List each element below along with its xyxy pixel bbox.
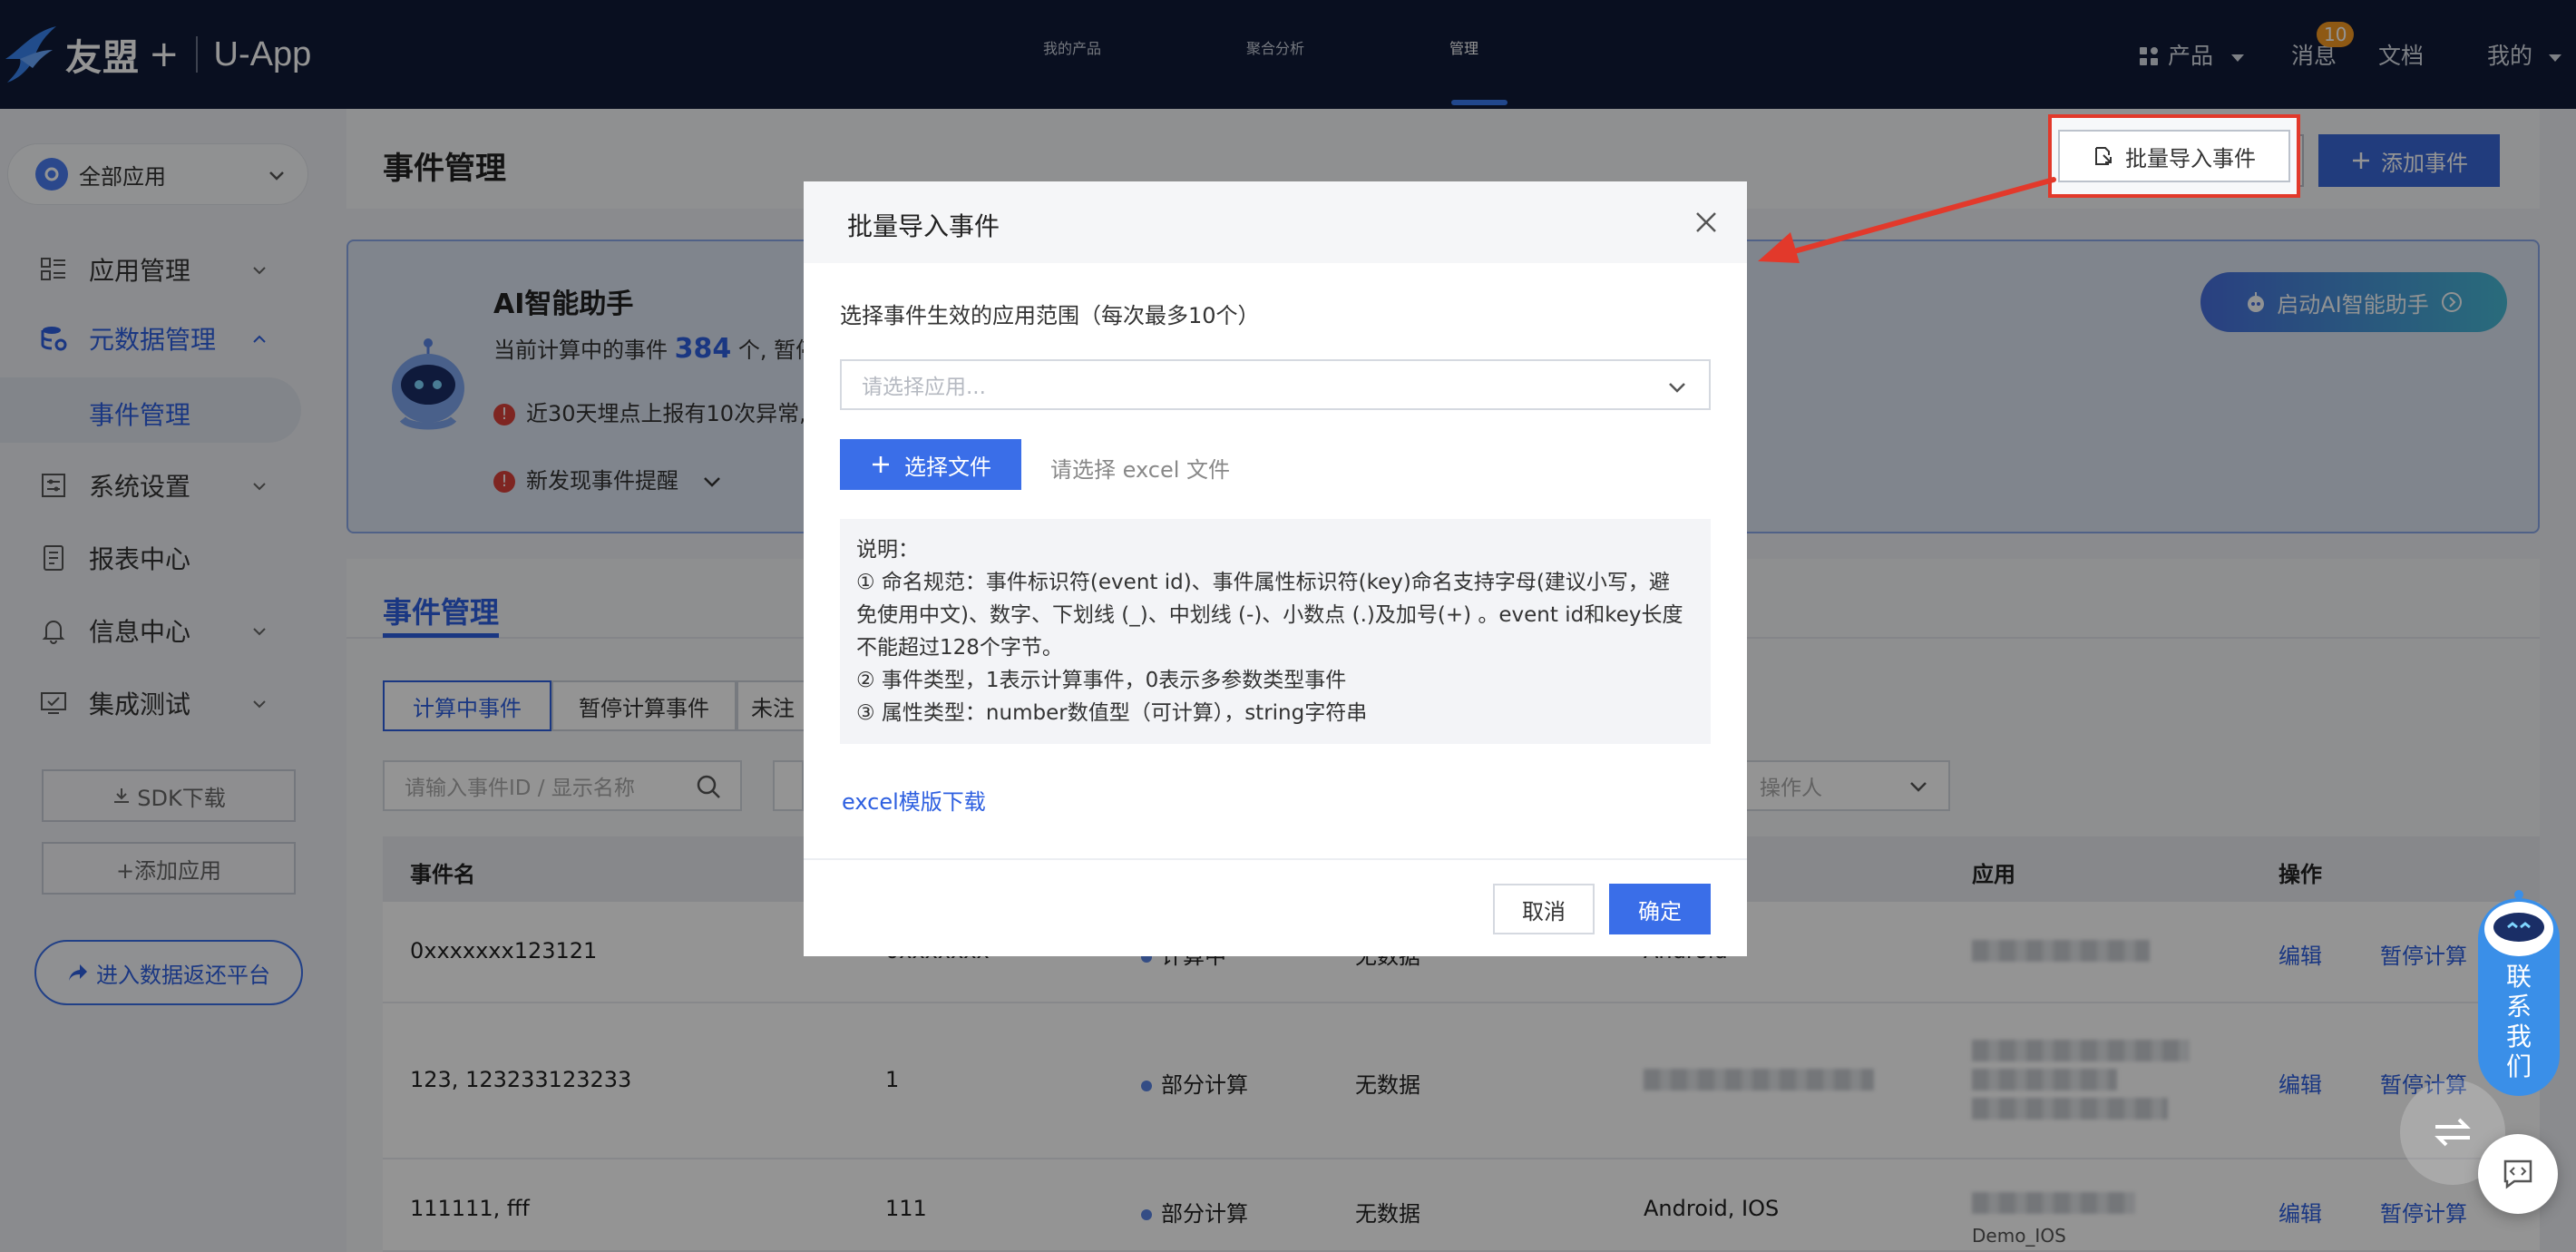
instructions-line: 说明： [856, 538, 919, 562]
instructions-line: ① 命名规范：事件标识符(event id)、事件属性标识符(key)命名支持字… [856, 571, 1670, 594]
select-file-label: 选择文件 [904, 454, 991, 480]
plus-icon [873, 456, 889, 473]
contact-char: 系 [2505, 992, 2532, 1022]
import-file-icon [2095, 147, 2112, 165]
batch-import-dialog: 批量导入事件 选择事件生效的应用范围（每次最多10个） 请选择应用... 选择文… [804, 181, 1747, 956]
excel-template-download-link[interactable]: excel模版下载 [842, 784, 986, 816]
chat-robot-icon [2484, 890, 2553, 956]
dialog-header: 批量导入事件 [804, 181, 1747, 263]
contact-char: 们 [2505, 1051, 2532, 1081]
app-select-input[interactable]: 请选择应用... [840, 359, 1711, 410]
code-bubble-icon [2503, 1159, 2532, 1189]
instructions-box: 说明： ① 命名规范：事件标识符(event id)、事件属性标识符(key)命… [840, 519, 1711, 744]
confirm-button[interactable]: 确定 [1609, 884, 1711, 934]
dialog-footer-divider [804, 858, 1747, 860]
batch-import-events-button-highlighted[interactable]: 批量导入事件 [2058, 130, 2290, 182]
batch-import-label: 批量导入事件 [2125, 145, 2256, 171]
code-float-button[interactable] [2478, 1134, 2558, 1214]
contact-char: 我 [2505, 1022, 2532, 1051]
app-scope-label: 选择事件生效的应用范围（每次最多10个） [840, 303, 1260, 328]
contact-char: 联 [2505, 962, 2532, 992]
instructions-line: 不能超过128个字节。 [856, 636, 1063, 660]
dialog-title: 批量导入事件 [847, 211, 1000, 241]
app-select-placeholder: 请选择应用... [862, 376, 986, 399]
import-button-spotlight: 批量导入事件 [2052, 118, 2297, 194]
annotation-arrow-icon [1758, 177, 2056, 263]
select-file-button[interactable]: 选择文件 [840, 439, 1021, 490]
swap-arrows-icon [2435, 1118, 2471, 1147]
instructions-line: ③ 属性类型：number数值型（可计算），string字符串 [856, 701, 1368, 725]
instructions-line: 免使用中文)、数字、下划线 (_)、中划线 (-)、小数点 (.)及加号(+) … [856, 603, 1683, 627]
cancel-button[interactable]: 取消 [1493, 884, 1595, 934]
close-icon[interactable] [1693, 209, 1720, 236]
file-hint-text: 请选择 excel 文件 [1050, 457, 1231, 483]
chevron-down-icon [1669, 383, 1685, 393]
instructions-line: ② 事件类型，1表示计算事件，0表示多参数类型事件 [856, 669, 1347, 692]
